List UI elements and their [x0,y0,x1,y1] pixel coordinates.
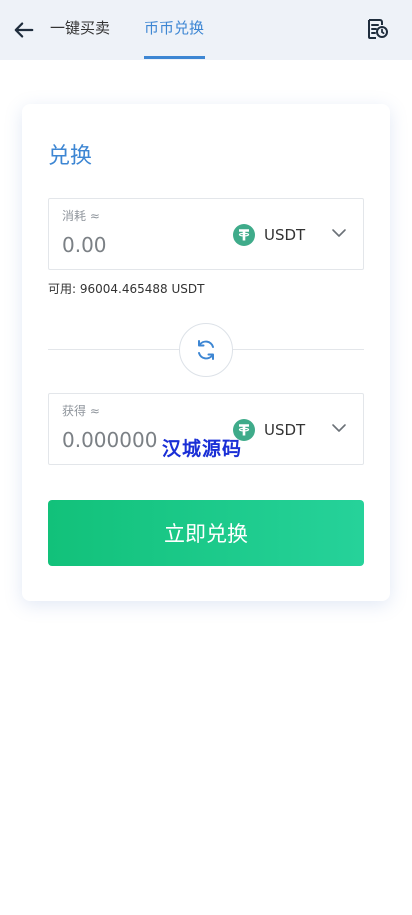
records-button[interactable] [364,16,390,42]
available-balance: 可用: 96004.465488 USDT [48,282,205,296]
swap-now-button[interactable]: 立即兑换 [48,500,364,566]
arrow-left-icon [14,22,34,38]
divider-left [48,349,179,350]
pay-label: 消耗 ≈ [62,209,100,223]
watermark-text: 汉城源码 [162,438,243,460]
receive-coin-selector[interactable]: USDT [233,418,305,442]
card-title: 兑换 [48,144,93,169]
pay-coin-name: USDT [264,226,306,244]
pay-field[interactable]: 消耗 ≈ 0.00 USDT [48,198,364,270]
back-button[interactable] [10,16,38,44]
divider-right [233,349,364,350]
tether-icon [233,224,255,246]
tab-quick-trade[interactable]: 一键买卖 [50,18,110,38]
pay-coin-selector[interactable]: USDT [233,223,305,247]
tab-coin-swap[interactable]: 币币兑换 [144,18,204,38]
active-tab-indicator [144,56,205,59]
receive-amount-input[interactable]: 0.000000 [62,428,157,452]
chevron-down-icon[interactable] [331,420,347,436]
pay-amount-input[interactable]: 0.00 [62,233,107,257]
swap-card: 兑换 消耗 ≈ 0.00 USDT 可用: 96004.465488 USDT [22,104,390,601]
receive-coin-name: USDT [264,421,306,439]
chevron-down-icon[interactable] [331,225,347,241]
receive-label: 获得 ≈ [62,404,100,418]
swap-direction-button[interactable] [179,323,233,377]
swap-refresh-icon [198,340,214,360]
top-bar: 一键买卖 币币兑换 [0,0,412,60]
records-clock-icon [368,19,388,39]
